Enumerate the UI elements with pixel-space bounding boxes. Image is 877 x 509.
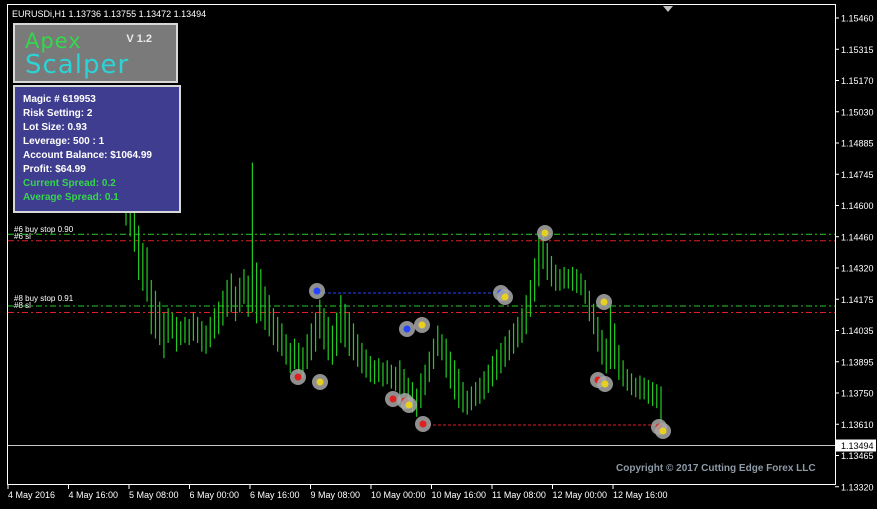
marker-dot xyxy=(600,298,608,306)
price-tick-label: 1.13610 xyxy=(841,420,874,430)
trade-marker-icon[interactable] xyxy=(309,283,325,299)
ea-version: V 1.2 xyxy=(126,33,152,45)
price-tick-label: 1.13320 xyxy=(841,482,874,492)
trade-marker-icon[interactable] xyxy=(399,321,415,337)
trade-marker-icon[interactable] xyxy=(312,374,328,390)
lot-size: Lot Size: 0.93 xyxy=(23,122,87,133)
marker-dot xyxy=(418,321,426,329)
time-tick-label: 12 May 16:00 xyxy=(613,490,668,500)
marker-dot xyxy=(313,287,321,295)
price-tick-label: 1.15315 xyxy=(841,45,874,55)
marker-dot xyxy=(294,373,302,381)
price-tick-label: 1.14175 xyxy=(841,295,874,305)
copyright-text: Copyright © 2017 Cutting Edge Forex LLC xyxy=(616,463,816,474)
average-spread: Average Spread: 0.1 xyxy=(23,192,119,203)
price-tick-label: 1.13895 xyxy=(841,357,874,367)
marker-dot xyxy=(389,395,397,403)
price-tick-label: 1.13465 xyxy=(841,451,874,461)
time-tick-label: 6 May 00:00 xyxy=(190,490,240,500)
ea-title-bottom: Scalper xyxy=(25,50,130,80)
time-tick-label: 9 May 08:00 xyxy=(311,490,361,500)
time-tick-label: 6 May 16:00 xyxy=(250,490,300,500)
marker-dot xyxy=(403,325,411,333)
price-tick-label: 1.14320 xyxy=(841,264,874,274)
ea-title-panel: Apex V 1.2 Scalper xyxy=(13,23,178,83)
marker-dot xyxy=(419,420,427,428)
marker-dot xyxy=(316,378,324,386)
current-price-label: 1.13494 xyxy=(841,441,874,451)
price-tick-label: 1.14600 xyxy=(841,201,874,211)
trade-marker-icon[interactable] xyxy=(597,376,613,392)
price-tick-label: 1.14035 xyxy=(841,326,874,336)
account-balance: Account Balance: $1064.99 xyxy=(23,150,152,161)
marker-dot xyxy=(405,401,413,409)
trade-marker-icon[interactable] xyxy=(401,397,417,413)
price-tick-label: 1.15170 xyxy=(841,76,874,86)
price-tick-label: 1.14745 xyxy=(841,170,874,180)
trade-marker-icon[interactable] xyxy=(596,294,612,310)
order-6-sl-label: #6 sl xyxy=(14,232,31,241)
ea-info-panel: Magic # 619953 Risk Setting: 2 Lot Size:… xyxy=(13,85,181,213)
profit: Profit: $64.99 xyxy=(23,164,86,175)
magic-number: Magic # 619953 xyxy=(23,94,96,105)
trade-marker-icon[interactable] xyxy=(290,369,306,385)
leverage: Leverage: 500 : 1 xyxy=(23,136,105,147)
time-tick-label: 4 May 2016 xyxy=(8,490,55,500)
order-8-sl-label: #8 sl xyxy=(14,301,31,310)
price-tick-label: 1.14885 xyxy=(841,139,874,149)
time-tick-label: 12 May 00:00 xyxy=(553,490,608,500)
trade-marker-icon[interactable] xyxy=(414,317,430,333)
marker-dot xyxy=(601,380,609,388)
price-tick-label: 1.15030 xyxy=(841,107,874,117)
marker-dot xyxy=(659,427,667,435)
trade-marker-icon[interactable] xyxy=(537,225,553,241)
price-tick-label: 1.14460 xyxy=(841,232,874,242)
time-tick-label: 10 May 16:00 xyxy=(432,490,487,500)
current-spread: Current Spread: 0.2 xyxy=(23,178,116,189)
marker-dot xyxy=(541,229,549,237)
time-tick-label: 11 May 08:00 xyxy=(492,490,546,500)
risk-setting: Risk Setting: 2 xyxy=(23,108,93,119)
marker-dot xyxy=(501,293,509,301)
trade-marker-icon[interactable] xyxy=(415,416,431,432)
time-tick-label: 4 May 16:00 xyxy=(69,490,119,500)
time-tick-label: 10 May 00:00 xyxy=(371,490,426,500)
symbol-info: EURUSDi,H1 1.13736 1.13755 1.13472 1.134… xyxy=(12,9,207,19)
trade-marker-icon[interactable] xyxy=(655,423,671,439)
price-tick-label: 1.15460 xyxy=(841,14,874,24)
price-tick-label: 1.13750 xyxy=(841,389,874,399)
trade-marker-icon[interactable] xyxy=(497,289,513,305)
time-tick-label: 5 May 08:00 xyxy=(129,490,179,500)
